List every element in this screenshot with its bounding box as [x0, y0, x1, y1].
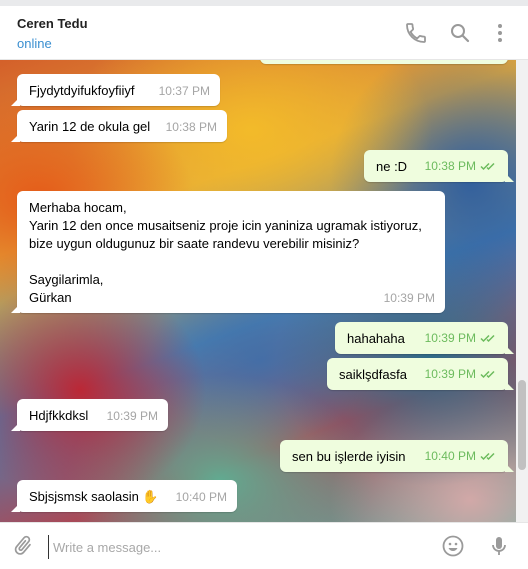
- double-check-icon: [480, 448, 498, 466]
- message-incoming[interactable]: Yarin 12 de okula gel 10:38 PM: [11, 110, 227, 142]
- message-time: 10:38 PM: [165, 120, 217, 134]
- message-meta: 10:39 PM: [425, 365, 498, 384]
- message-outgoing[interactable]: sen bu işlerde iyisin 10:40 PM: [280, 440, 514, 472]
- message-text: Sbjsjsmsk saolasin ✋: [29, 489, 159, 504]
- message-text: saiklşdfasfa: [339, 367, 407, 382]
- message-text: Hdjfkkdksl: [29, 408, 89, 423]
- message-input[interactable]: [48, 535, 425, 559]
- message-outgoing[interactable]: saiklşdfasfa 10:39 PM: [327, 358, 514, 390]
- message-incoming[interactable]: Fjydytdyifukfoyfiiyf 10:37 PM: [11, 74, 220, 106]
- scrollbar-thumb[interactable]: [518, 380, 526, 470]
- message-text: Yarin 12 de okula gel: [29, 119, 151, 134]
- message-history[interactable]: Fjydytdyifukfoyfiiyf 10:37 PM Yarin 12 d…: [0, 60, 516, 522]
- double-check-icon: [480, 158, 498, 176]
- chat-header: Ceren Tedu online: [0, 6, 528, 60]
- clipped-message: [260, 60, 508, 64]
- message-text: hahahaha: [347, 331, 405, 346]
- message-text: sen bu işlerde iyisin: [292, 449, 406, 464]
- message-meta: 10:38 PM: [425, 157, 498, 176]
- chat-status: online: [17, 36, 52, 51]
- message-incoming[interactable]: Hdjfkkdksl 10:39 PM: [11, 399, 168, 431]
- paperclip-icon[interactable]: [11, 534, 35, 558]
- message-text: ne :D: [376, 159, 408, 174]
- message-time: 10:39 PM: [424, 331, 476, 346]
- message-meta: 10:39 PM: [425, 329, 498, 348]
- message-incoming[interactable]: Merhaba hocam, Yarin 12 den once musaits…: [11, 191, 445, 313]
- message-time: 10:39 PM: [106, 409, 158, 423]
- message-time: 10:38 PM: [424, 159, 476, 174]
- microphone-icon[interactable]: [487, 534, 511, 558]
- emoji-icon[interactable]: [441, 534, 465, 558]
- message-time: 10:40 PM: [424, 449, 476, 464]
- double-check-icon: [480, 330, 498, 348]
- phone-icon[interactable]: [404, 21, 428, 45]
- message-time: 10:39 PM: [383, 291, 435, 305]
- message-text: Merhaba hocam, Yarin 12 den once musaits…: [29, 200, 422, 305]
- message-composer: [0, 522, 528, 569]
- more-vertical-icon[interactable]: [488, 21, 512, 45]
- message-time: 10:39 PM: [424, 367, 476, 382]
- message-outgoing[interactable]: hahahaha 10:39 PM: [335, 322, 514, 354]
- message-incoming[interactable]: Sbjsjsmsk saolasin ✋ 10:40 PM: [11, 480, 237, 512]
- chat-title[interactable]: Ceren Tedu: [17, 16, 88, 31]
- message-time: 10:37 PM: [158, 84, 210, 98]
- double-check-icon: [480, 366, 498, 384]
- message-meta: 10:40 PM: [425, 447, 498, 466]
- message-text: Fjydytdyifukfoyfiiyf: [29, 83, 135, 98]
- message-time: 10:40 PM: [175, 490, 227, 504]
- message-outgoing[interactable]: ne :D 10:38 PM: [364, 150, 514, 182]
- search-icon[interactable]: [448, 21, 472, 45]
